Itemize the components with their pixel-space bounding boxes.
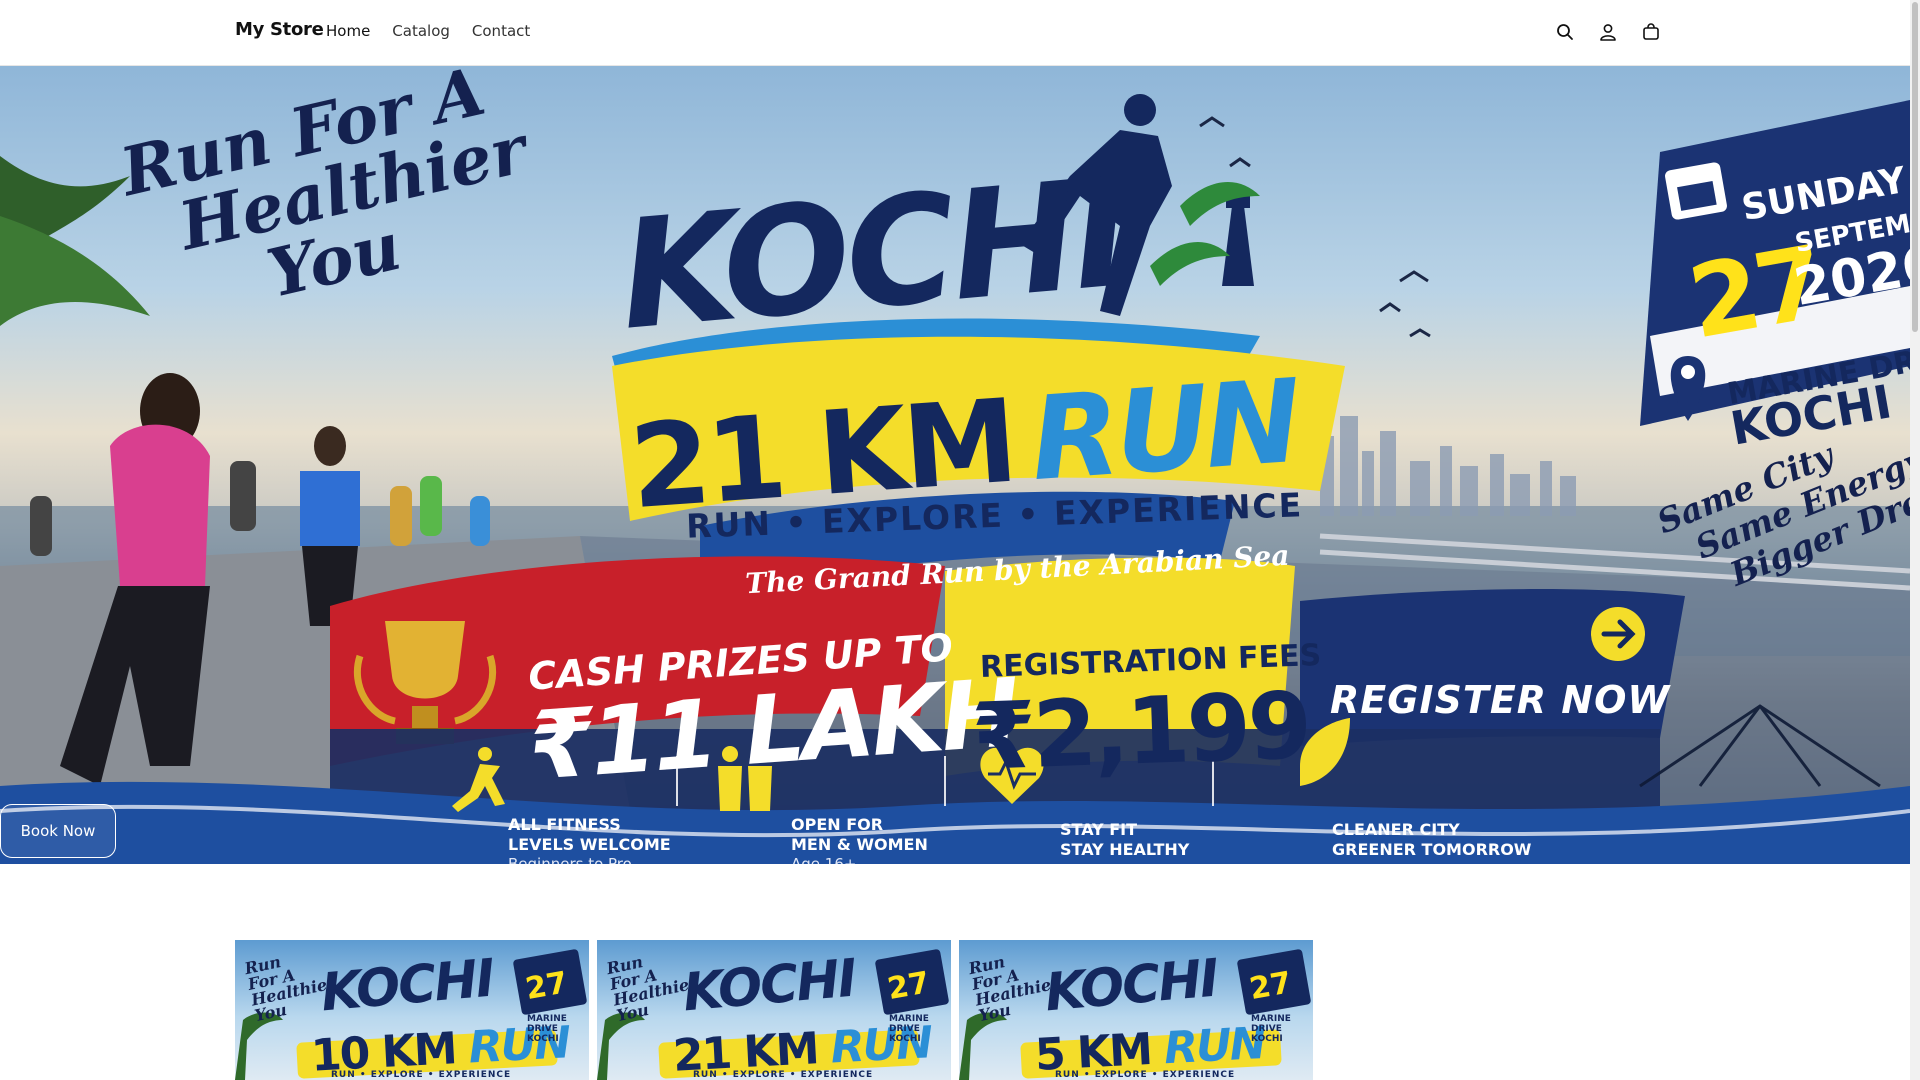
hero-banner: Run For A Healthier You KOCHI 21 KMRUN R… [0, 66, 1910, 864]
feature-title: CLEANER CITY [1332, 820, 1460, 839]
feature-subtitle: Beginners to Pro [508, 855, 632, 864]
card-pillars: RUN • EXPLORE • EXPERIENCE [1055, 1070, 1236, 1080]
card-title: KOCHI [318, 948, 496, 1024]
nav-contact[interactable]: Contact [472, 22, 530, 40]
feature-title: STAY FIT [1060, 820, 1137, 839]
header-icons [1552, 19, 1664, 45]
feature-title: ALL FITNESS [508, 815, 621, 834]
search-icon[interactable] [1552, 19, 1578, 45]
feature-stay-fit: STAY FIT STAY HEALTHY [1060, 820, 1189, 860]
feature-subtitle: Age 16+ [791, 855, 857, 864]
scrollbar-thumb[interactable] [1912, 2, 1918, 332]
card-venue: MARINE DRIVE KOCHI [527, 1014, 567, 1044]
feature-title: OPEN FOR [791, 815, 884, 834]
run-word: RUN [1026, 354, 1302, 508]
account-icon[interactable] [1595, 19, 1621, 45]
store-logo[interactable]: My Store [235, 19, 324, 40]
register-now-label: REGISTER NOW [1330, 678, 1671, 722]
feature-title: GREENER TOMORROW [1332, 840, 1532, 859]
product-card-5km[interactable]: Run For A Healthier You KOCHI 5 KM RUN 27 M… [959, 940, 1313, 1080]
nav-home[interactable]: Home [326, 22, 370, 40]
card-venue: MARINE DRIVE KOCHI [1251, 1014, 1291, 1044]
card-pillars: RUN • EXPLORE • EXPERIENCE [693, 1070, 874, 1080]
product-card-21km[interactable]: Run For A Healthier You KOCHI 21 KM RUN 27 … [597, 940, 951, 1080]
feature-open-for: OPEN FOR MEN & WOMEN Age 16+ [791, 815, 928, 864]
book-now-button[interactable]: Book Now [0, 804, 116, 858]
fee-value: ₹2,199 [970, 672, 1311, 791]
feature-title: MEN & WOMEN [791, 835, 928, 854]
product-card-10km[interactable]: Run For A Healthier You KOCHI 10 KM RUN 27 … [235, 940, 589, 1080]
card-date-badge: 27 [874, 948, 950, 1016]
product-grid: Run For A Healthier You KOCHI 10 KM RUN 27 … [235, 940, 1313, 1080]
feature-fitness: ALL FITNESS LEVELS WELCOME Beginners to … [508, 815, 671, 864]
card-date-badge: 27 [1236, 948, 1312, 1016]
feature-cleaner-city: CLEANER CITY GREENER TOMORROW [1332, 820, 1531, 860]
nav-catalog[interactable]: Catalog [392, 22, 450, 40]
feature-title: STAY HEALTHY [1060, 840, 1190, 859]
feature-title: LEVELS WELCOME [508, 835, 671, 854]
card-venue: MARINE DRIVE KOCHI [889, 1014, 929, 1044]
page-scrollbar[interactable] [1910, 0, 1920, 1080]
card-date-badge: 27 [512, 948, 588, 1016]
main-nav: Home Catalog Contact [326, 22, 530, 40]
site-header: My Store Home Catalog Contact [0, 0, 1910, 66]
card-pillars: RUN • EXPLORE • EXPERIENCE [331, 1070, 512, 1080]
card-title: KOCHI [680, 948, 858, 1024]
cart-icon[interactable] [1638, 19, 1664, 45]
card-title: KOCHI [1042, 948, 1220, 1024]
